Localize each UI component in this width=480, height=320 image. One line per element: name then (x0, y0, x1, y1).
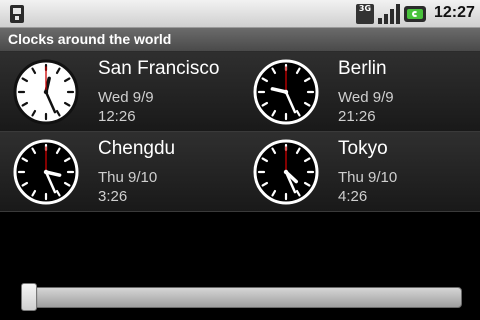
clock-date: Wed 9/9 (98, 89, 154, 106)
clock-card-san-francisco[interactable]: San Francisco Wed 9/9 12:26 (0, 52, 240, 132)
status-time: 12:27 (434, 4, 475, 21)
status-bar: 3G 12:27 (0, 0, 480, 28)
clock-time: 21:26 (338, 108, 376, 125)
clock-card-tokyo[interactable]: Tokyo Thu 9/10 4:26 (240, 132, 480, 212)
clock-time: 3:26 (98, 188, 128, 205)
clock-time: 12:26 (98, 108, 136, 125)
clock-face-icon (12, 138, 80, 206)
clock-date: Wed 9/9 (338, 89, 394, 106)
city-name: San Francisco (98, 58, 220, 79)
clock-face-icon (252, 58, 320, 126)
clock-date: Thu 9/10 (98, 169, 158, 186)
city-name: Chengdu (98, 138, 176, 159)
clock-time: 4:26 (338, 188, 368, 205)
signal-icon (378, 4, 400, 24)
city-name: Berlin (338, 58, 387, 79)
time-slider-track[interactable] (22, 287, 462, 308)
clock-card-berlin[interactable]: Berlin Wed 9/9 21:26 (240, 52, 480, 132)
page-title: Clocks around the world (8, 31, 172, 47)
clock-face-icon (12, 58, 80, 126)
slider-area (0, 212, 480, 320)
clock-face-icon (252, 138, 320, 206)
time-slider-thumb[interactable] (21, 283, 37, 311)
clock-card-chengdu[interactable]: Chengdu Thu 9/10 3:26 (0, 132, 240, 212)
title-bar: Clocks around the world (0, 28, 480, 52)
city-name: Tokyo (338, 138, 388, 159)
clock-date: Thu 9/10 (338, 169, 398, 186)
battery-charging-icon (404, 6, 426, 22)
notification-icon[interactable] (10, 5, 24, 23)
network-3g-icon: 3G (356, 4, 374, 24)
